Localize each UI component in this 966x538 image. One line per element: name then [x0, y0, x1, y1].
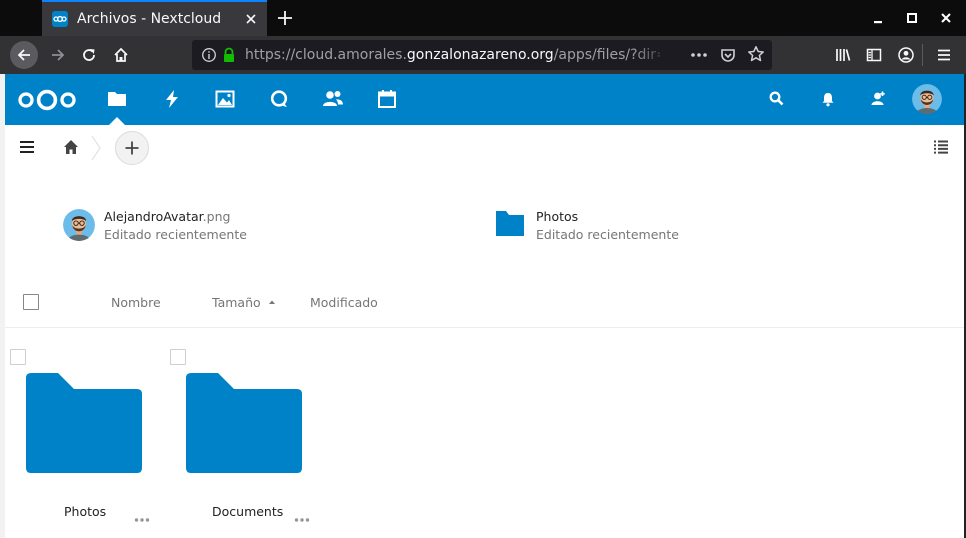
header-divider — [5, 327, 964, 328]
search-icon[interactable] — [767, 89, 787, 109]
files-content: AlejandroAvatar.png Editado recientement… — [5, 125, 964, 538]
more-actions-icon[interactable] — [134, 508, 150, 522]
nextcloud-header — [5, 74, 964, 125]
calendar-icon[interactable] — [377, 89, 397, 109]
sidebar-icon[interactable] — [860, 41, 888, 69]
talk-icon[interactable] — [269, 89, 289, 109]
url-text[interactable]: https://cloud.amorales.gonzalonazareno.o… — [245, 47, 660, 63]
column-name-header[interactable]: Nombre — [111, 295, 161, 310]
close-window-icon[interactable] — [938, 10, 954, 26]
pocket-icon[interactable] — [719, 46, 737, 68]
folder-icon[interactable] — [186, 373, 302, 477]
column-size-header[interactable]: Tamaño — [212, 295, 277, 310]
recent-file-name: Photos — [536, 209, 579, 224]
breadcrumb-separator — [90, 135, 102, 161]
hamburger-menu-icon[interactable] — [930, 41, 958, 69]
recent-file-photos[interactable]: Photos Editado recientemente — [495, 209, 735, 243]
nextcloud-favicon-icon — [52, 11, 68, 27]
file-thumbnail — [63, 209, 95, 241]
library-icon[interactable] — [829, 41, 857, 69]
forward-icon[interactable] — [44, 41, 72, 69]
toolbar-divider — [922, 44, 923, 66]
folder-icon[interactable] — [26, 373, 142, 477]
home-icon[interactable] — [107, 41, 135, 69]
account-icon[interactable] — [892, 41, 920, 69]
page-actions-icon[interactable] — [690, 47, 708, 67]
contacts-icon[interactable] — [322, 89, 343, 109]
breadcrumb-home-icon[interactable] — [63, 139, 79, 155]
reload-icon[interactable] — [75, 41, 103, 69]
site-info-icon[interactable] — [201, 47, 217, 67]
nextcloud-logo-icon[interactable] — [16, 88, 78, 116]
activity-icon[interactable] — [162, 89, 182, 109]
view-toggle-list-icon[interactable] — [933, 139, 949, 159]
contacts-menu-icon[interactable] — [868, 89, 888, 109]
folder-icon — [495, 209, 525, 241]
column-modified-header[interactable]: Modificado — [310, 295, 378, 310]
photos-icon[interactable] — [215, 89, 235, 109]
sort-ascending-icon — [268, 300, 275, 304]
back-icon[interactable] — [10, 41, 38, 69]
browser-tab[interactable]: Archivos - Nextcloud — [42, 0, 267, 36]
recent-file-subtitle: Editado recientemente — [536, 227, 679, 242]
new-tab-icon[interactable] — [275, 8, 295, 28]
recent-file-subtitle: Editado recientemente — [104, 227, 247, 242]
user-avatar[interactable] — [912, 84, 942, 114]
url-bar[interactable]: https://cloud.amorales.gonzalonazareno.o… — [192, 40, 772, 70]
tab-close-icon[interactable] — [243, 11, 259, 27]
new-file-button[interactable] — [115, 131, 149, 165]
browser-toolbar: https://cloud.amorales.gonzalonazareno.o… — [0, 36, 966, 74]
browser-tab-bar: Archivos - Nextcloud — [0, 0, 966, 36]
file-select-checkbox[interactable] — [10, 349, 26, 365]
select-all-checkbox[interactable] — [23, 294, 39, 310]
file-name[interactable]: Documents — [212, 504, 283, 519]
file-name[interactable]: Photos — [64, 504, 106, 519]
recent-file-alejandroavatar[interactable]: AlejandroAvatar.png Editado recientement… — [63, 209, 303, 243]
minimize-icon[interactable] — [870, 10, 886, 26]
recent-file-name: AlejandroAvatar.png — [104, 209, 231, 224]
app-navigation-toggle-icon[interactable] — [19, 139, 35, 159]
notifications-icon[interactable] — [818, 89, 838, 109]
tab-title: Archivos - Nextcloud — [77, 11, 222, 27]
active-app-indicator — [109, 117, 125, 125]
file-select-checkbox[interactable] — [170, 349, 186, 365]
url-fade — [632, 42, 672, 68]
maximize-icon[interactable] — [904, 10, 920, 26]
more-actions-icon[interactable] — [294, 508, 310, 522]
bookmark-star-icon[interactable] — [747, 45, 765, 67]
plus-icon — [125, 141, 139, 155]
files-icon[interactable] — [107, 89, 127, 109]
secure-lock-icon[interactable] — [221, 47, 237, 67]
